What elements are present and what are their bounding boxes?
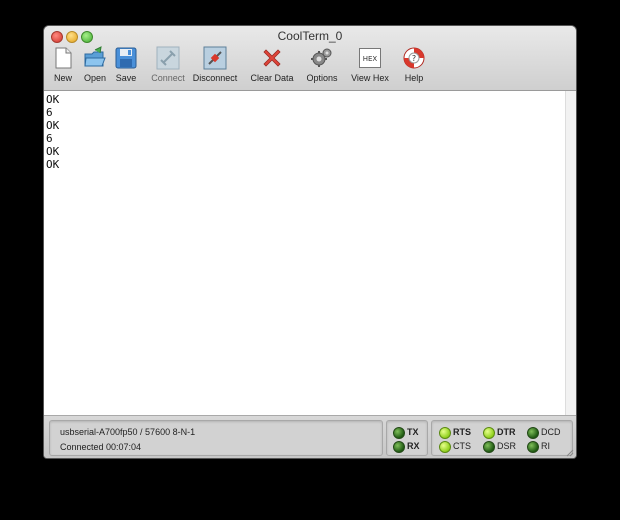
clear-data-button[interactable]: Clear Data xyxy=(249,46,295,86)
terminal-line: OK xyxy=(46,93,60,106)
disconnect-plug-icon xyxy=(203,46,227,70)
options-button-label: Options xyxy=(306,73,338,83)
terminal-line: 6 xyxy=(46,132,53,145)
open-button[interactable]: Open xyxy=(81,46,109,86)
signal-leds-panel: RTS CTS DTR DSR DCD RI xyxy=(431,420,573,456)
vertical-scrollbar[interactable] xyxy=(565,91,576,415)
disconnect-button-label: Disconnect xyxy=(192,73,238,83)
options-button[interactable]: Options xyxy=(305,46,339,86)
cts-label: CTS xyxy=(453,441,471,451)
coolterm-window: CoolTerm_0 New Open Save Connect Disconn… xyxy=(44,26,576,458)
dcd-label: DCD xyxy=(541,427,561,437)
dsr-led xyxy=(483,441,495,453)
new-button[interactable]: New xyxy=(50,46,76,86)
help-lifebuoy-icon: ? xyxy=(403,47,425,69)
connection-status-text: Connected 00:07:04 xyxy=(60,442,142,452)
rx-led xyxy=(393,441,405,453)
save-button[interactable]: Save xyxy=(114,46,138,86)
rx-label: RX xyxy=(407,441,420,451)
svg-text:?: ? xyxy=(412,54,416,63)
view-hex-button-label: View Hex xyxy=(351,73,389,83)
connect-button[interactable]: Connect xyxy=(149,46,187,86)
ri-led xyxy=(527,441,539,453)
floppy-disk-icon xyxy=(115,47,137,69)
connect-button-label: Connect xyxy=(151,73,185,83)
help-button-label: Help xyxy=(404,73,424,83)
terminal-line: 6 xyxy=(46,106,53,119)
cts-led xyxy=(439,441,451,453)
terminal-line: OK xyxy=(46,158,60,171)
open-folder-icon xyxy=(84,46,106,67)
connection-info-panel: usbserial-A700fp50 / 57600 8-N-1 Connect… xyxy=(49,420,383,456)
open-button-label: Open xyxy=(83,73,107,83)
resize-grip-icon[interactable] xyxy=(566,449,574,457)
terminal-output[interactable]: OK 6 OK 6 OK OK xyxy=(44,91,566,415)
help-button[interactable]: ? Help xyxy=(401,46,427,86)
title-bar[interactable]: CoolTerm_0 New Open Save Connect Disconn… xyxy=(44,26,576,91)
dsr-label: DSR xyxy=(497,441,517,451)
port-info-text: usbserial-A700fp50 / 57600 8-N-1 xyxy=(60,427,196,437)
tx-label: TX xyxy=(407,427,419,437)
status-bar: usbserial-A700fp50 / 57600 8-N-1 Connect… xyxy=(44,415,576,458)
txrx-panel: TX RX xyxy=(386,420,428,456)
rts-label: RTS xyxy=(453,427,471,437)
gear-icon xyxy=(311,48,332,67)
dtr-led[interactable] xyxy=(483,427,495,439)
hex-icon: HEX xyxy=(359,48,381,68)
window-title: CoolTerm_0 xyxy=(277,29,343,43)
clear-data-button-label: Clear Data xyxy=(250,73,294,83)
ri-label: RI xyxy=(541,441,550,451)
rts-led[interactable] xyxy=(439,427,451,439)
clear-x-icon xyxy=(263,49,281,67)
terminal-line: OK xyxy=(46,145,60,158)
disconnect-button[interactable]: Disconnect xyxy=(191,46,239,86)
view-hex-button[interactable]: HEX View Hex xyxy=(349,46,391,86)
new-button-label: New xyxy=(53,73,72,83)
save-button-label: Save xyxy=(115,73,137,83)
connect-plug-icon xyxy=(156,46,180,70)
dcd-led xyxy=(527,427,539,439)
dtr-label: DTR xyxy=(497,427,516,437)
tx-led xyxy=(393,427,405,439)
new-document-icon xyxy=(55,47,72,69)
terminal-line: OK xyxy=(46,119,60,132)
